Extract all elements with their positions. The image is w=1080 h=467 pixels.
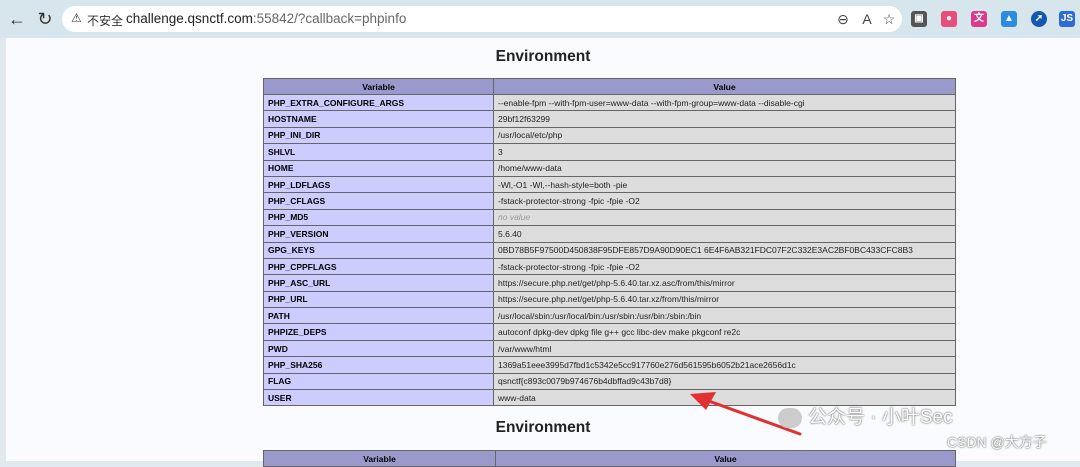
annotation-arrow	[690, 392, 802, 436]
csdn-watermark: CSDN @大方子	[947, 434, 1047, 450]
wechat-watermark-text: 公众号 · 小叶Sec	[808, 407, 953, 428]
wechat-icon	[778, 407, 802, 428]
wechat-watermark: 公众号 · 小叶Sec	[778, 402, 953, 429]
